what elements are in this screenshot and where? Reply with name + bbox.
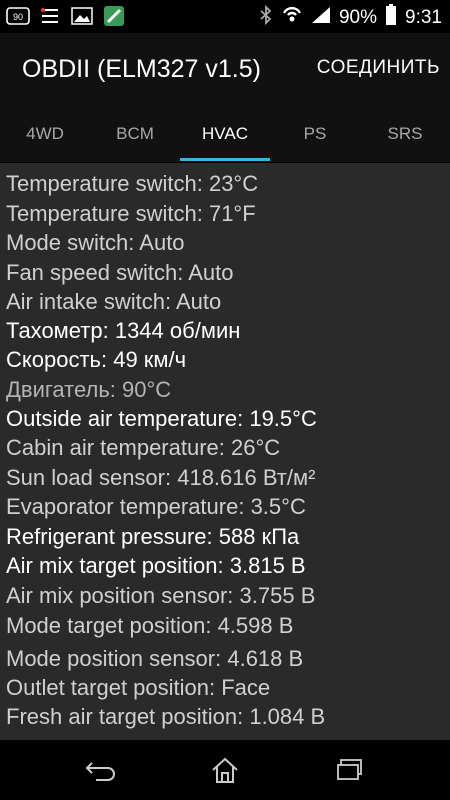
reading-evaporator-temperature: Evaporator temperature: 3.5°C (6, 494, 306, 519)
signal-icon (311, 6, 331, 30)
status-time: 9:31 (405, 7, 442, 28)
recent-apps-icon[interactable] (330, 752, 370, 788)
tab-srs[interactable]: SRS (360, 105, 450, 162)
reading-engine: Двигатель: 90°C (6, 377, 172, 402)
readings-list[interactable]: Temperature switch: 23°C Temperature swi… (0, 163, 450, 740)
notification-icons: 90 (6, 5, 126, 27)
reading-temperature-switch-f: Temperature switch: 71°F (6, 201, 256, 226)
active-tab-indicator (180, 158, 270, 161)
reading-mode-switch: Mode switch: Auto (6, 230, 185, 255)
reading-outside-air-temperature: Outside air temperature: 19.5°C (6, 406, 317, 431)
tab-4wd[interactable]: 4WD (0, 105, 90, 162)
reading-mode-target-position: Mode target position: 4.598 В (6, 613, 294, 638)
reading-air-mix-position-sensor: Air mix position sensor: 3.755 В (6, 583, 316, 608)
sim-90-icon: 90 (6, 5, 30, 27)
battery-icon (385, 4, 397, 32)
action-bar: OBDII (ELM327 v1.5) СОЕДИНИТЬ (0, 33, 450, 105)
back-icon[interactable] (80, 752, 120, 788)
reading-temperature-switch-c: Temperature switch: 23°C (6, 171, 259, 196)
tab-ps[interactable]: PS (270, 105, 360, 162)
tab-bar: 4WD BCM HVAC PS SRS (0, 105, 450, 162)
connect-button[interactable]: СОЕДИНИТЬ (317, 57, 440, 79)
status-bar: 90 90% 9:31 (0, 0, 450, 33)
reading-outlet-target-position: Outlet target position: Face (6, 675, 271, 700)
navigation-bar (0, 740, 450, 800)
system-icons: 90% 9:31 (259, 4, 442, 32)
home-icon[interactable] (205, 752, 245, 788)
reading-mode-position-sensor: Mode position sensor: 4.618 В (6, 646, 304, 671)
app-icon (102, 5, 126, 27)
reading-speed: Скорость: 49 км/ч (6, 347, 187, 372)
bluetooth-icon (259, 4, 273, 31)
reading-air-intake-switch: Air intake switch: Auto (6, 289, 222, 314)
reading-sun-load-sensor: Sun load sensor: 418.616 Вт/м² (6, 465, 316, 490)
app-title: OBDII (ELM327 v1.5) (22, 55, 261, 83)
reading-refrigerant-pressure: Refrigerant pressure: 588 кПа (6, 524, 300, 549)
tab-hvac[interactable]: HVAC (180, 105, 270, 162)
reading-fresh-air-target-position: Fresh air target position: 1.084 В (6, 704, 326, 729)
image-icon (70, 5, 94, 27)
tab-bcm[interactable]: BCM (90, 105, 180, 162)
reading-fan-speed-switch: Fan speed switch: Auto (6, 260, 234, 285)
reading-air-mix-target-position: Air mix target position: 3.815 В (6, 553, 306, 578)
reading-tachometer: Тахометр: 1344 об/мин (6, 318, 241, 343)
reading-cabin-air-temperature: Cabin air temperature: 26°C (6, 435, 281, 460)
checklist-icon (38, 5, 62, 27)
wifi-hotspot-icon (281, 5, 303, 31)
svg-text:90: 90 (13, 12, 23, 22)
battery-percent: 90% (338, 7, 378, 28)
